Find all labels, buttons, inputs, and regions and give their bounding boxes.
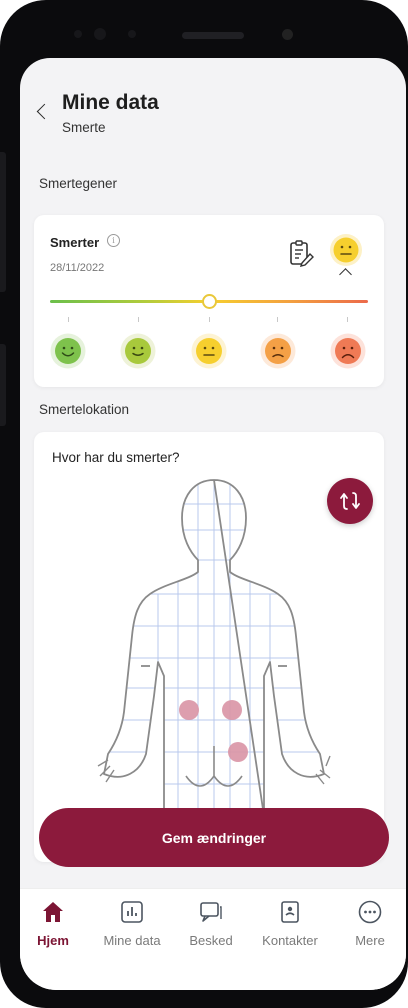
nav-item-my-data[interactable]: Mine data [94, 899, 170, 957]
more-icon [358, 900, 382, 924]
pain-date: 28/11/2022 [50, 262, 105, 274]
section-label-pain-scores: Smertegener [39, 176, 118, 191]
body-map-card: Hvor har du smerter? [34, 432, 384, 862]
slider-tick [277, 317, 278, 322]
nav-item-home[interactable]: Hjem [20, 899, 91, 957]
nav-label-my-data: Mine data [103, 933, 161, 948]
message-icon [200, 902, 222, 922]
collapse-caret-icon[interactable] [339, 268, 352, 281]
side-button [0, 152, 6, 292]
info-icon[interactable]: i [107, 234, 120, 247]
current-pain-neutral-face-icon[interactable] [329, 233, 363, 267]
pain-score-card: Smerter i 28/11/2022 [34, 215, 384, 387]
camera-bar [60, 18, 350, 50]
slider-tick [347, 317, 348, 322]
side-button [0, 344, 6, 426]
contacts-icon [281, 901, 299, 923]
sad-face-icon[interactable] [260, 333, 296, 369]
bottom-navigation: Hjem Mine data Besked Kontakter Mere [20, 888, 406, 990]
sensor-dot [74, 30, 82, 38]
nav-label-home: Hjem [37, 933, 69, 948]
pain-spot[interactable] [228, 742, 248, 762]
nav-label-messages: Besked [189, 933, 233, 948]
slider-tick [138, 317, 139, 322]
pain-spot[interactable] [179, 700, 199, 720]
home-icon [43, 902, 63, 922]
pain-label: Smerter [50, 235, 100, 250]
save-changes-button[interactable]: Gem ændringer [39, 808, 389, 867]
very-sad-face-icon[interactable] [330, 333, 366, 369]
chart-icon [121, 901, 143, 923]
nav-label-contacts: Kontakter [262, 933, 318, 948]
neutral-face-icon[interactable] [191, 333, 227, 369]
notes-icon[interactable] [288, 239, 314, 267]
nav-item-more[interactable]: Mere [332, 899, 406, 957]
nav-item-messages[interactable]: Besked [173, 899, 249, 957]
front-camera [282, 29, 293, 40]
nav-label-more: Mere [355, 933, 385, 948]
back-arrow-icon[interactable] [36, 103, 53, 120]
nav-item-contacts[interactable]: Kontakter [252, 899, 328, 957]
page-subtitle: Smerte [62, 120, 106, 135]
pain-spot[interactable] [222, 700, 242, 720]
speaker [182, 32, 244, 39]
sensor-dot [128, 30, 136, 38]
slider-tick [68, 317, 69, 322]
phone-frame: Mine data Smerte Smertegener Smerter i 2… [0, 0, 408, 1008]
body-map-question: Hvor har du smerter? [52, 450, 180, 465]
pain-slider-thumb[interactable] [201, 294, 217, 309]
page-title: Mine data [62, 91, 159, 114]
app-screen: Mine data Smerte Smertegener Smerter i 2… [20, 58, 406, 990]
body-map[interactable] [94, 476, 334, 816]
very-happy-face-icon[interactable] [50, 333, 86, 369]
happy-face-icon[interactable] [120, 333, 156, 369]
slider-tick [209, 317, 210, 322]
sensor-dot [94, 28, 106, 40]
section-label-pain-location: Smertelokation [39, 402, 130, 417]
